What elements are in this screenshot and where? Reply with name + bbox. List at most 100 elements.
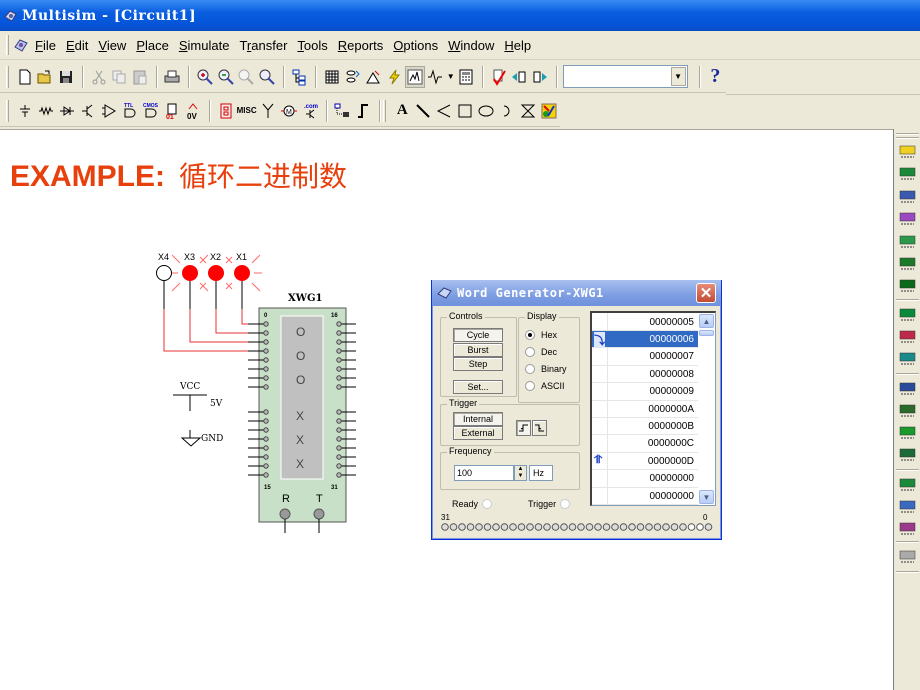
probe-x3[interactable] — [182, 265, 198, 281]
back-annotate-icon[interactable] — [509, 66, 529, 88]
multimeter-icon[interactable] — [899, 144, 917, 160]
frequency-counter-icon[interactable] — [899, 278, 917, 294]
ellipse-icon[interactable] — [476, 100, 496, 122]
scroll-up-button[interactable]: ▲ — [699, 314, 714, 328]
menu-help[interactable]: Help — [504, 38, 531, 53]
xwg-pin[interactable] — [336, 348, 342, 354]
xwg-pin[interactable] — [263, 472, 269, 478]
bode-plotter-icon[interactable] — [899, 256, 917, 272]
bus-pin[interactable] — [577, 523, 585, 531]
bus-pin[interactable] — [526, 523, 534, 531]
logic-converter-icon[interactable] — [899, 351, 917, 367]
xwg-pin[interactable] — [263, 339, 269, 345]
word-row[interactable]: 00000006 — [592, 331, 698, 349]
display-ascii-radio[interactable]: ASCII — [525, 381, 565, 391]
display-dec-radio[interactable]: Dec — [525, 347, 557, 357]
bus-pin[interactable] — [441, 523, 449, 531]
forward-annotate-icon[interactable] — [530, 66, 550, 88]
polygon-icon[interactable] — [518, 100, 538, 122]
word-row[interactable]: 00000005 — [592, 314, 698, 331]
picture-icon[interactable] — [539, 100, 559, 122]
in-use-list-combo[interactable]: ▼ — [562, 65, 688, 88]
xwg-pin[interactable] — [263, 409, 269, 415]
probe-x4[interactable] — [156, 265, 172, 281]
scroll-down-button[interactable]: ▼ — [699, 490, 714, 504]
word-row[interactable]: 00000008 — [592, 366, 698, 384]
xwg-pin[interactable] — [263, 418, 269, 424]
bus-pin[interactable] — [449, 523, 458, 531]
xwg-pin[interactable] — [263, 463, 269, 469]
erc-icon[interactable] — [489, 66, 509, 88]
bus-pin[interactable] — [500, 523, 509, 531]
word-row[interactable]: 0000000C — [592, 436, 698, 453]
bus-pin[interactable] — [645, 523, 653, 531]
display-hex-radio[interactable]: Hex — [525, 330, 557, 340]
bus-pin[interactable] — [636, 523, 645, 531]
rising-edge-button[interactable] — [516, 420, 531, 436]
bus-pin[interactable] — [543, 523, 551, 531]
bus-pin[interactable] — [602, 523, 611, 531]
xwg-pin[interactable] — [336, 409, 342, 415]
word-generator-icon[interactable] — [899, 307, 917, 323]
cycle-button[interactable]: Cycle — [453, 328, 503, 342]
frequency-spinner[interactable]: ▲ ▼ — [514, 465, 527, 481]
agilent-multimeter-icon[interactable] — [899, 499, 917, 515]
bus-pin[interactable] — [594, 523, 602, 531]
polyline-icon[interactable] — [434, 100, 454, 122]
bus-pin[interactable] — [551, 523, 560, 531]
logic-analyzer-icon[interactable] — [899, 329, 917, 345]
word-list-scrollbar[interactable]: ▲ ▼ — [698, 313, 715, 505]
bus-pin[interactable] — [687, 523, 696, 531]
xwg-pin[interactable] — [336, 339, 342, 345]
agilent-oscilloscope-icon[interactable] — [899, 521, 917, 537]
bus-pin[interactable] — [560, 523, 568, 531]
xwg-pin[interactable] — [263, 375, 269, 381]
4ch-oscilloscope-icon[interactable] — [899, 234, 917, 250]
word-row[interactable]: 0000000A — [592, 401, 698, 418]
display-binary-radio[interactable]: Binary — [525, 364, 567, 374]
xwg-pin[interactable] — [336, 418, 342, 424]
xwg-pin[interactable] — [336, 321, 342, 327]
word-generator-titlebar[interactable]: Word Generator-XWG1 ✕ — [432, 280, 721, 306]
xwg-pin-r[interactable] — [279, 508, 291, 520]
bus-pin[interactable] — [517, 523, 526, 531]
wattmeter-icon[interactable] — [899, 189, 917, 205]
help-icon[interactable]: ? — [706, 65, 726, 88]
xwg-pin[interactable] — [263, 436, 269, 442]
bus-pin[interactable] — [662, 523, 670, 531]
word-row[interactable]: 00000009 — [592, 384, 698, 401]
frequency-input[interactable]: 100 — [454, 465, 514, 481]
word-row[interactable]: 00000000 — [592, 488, 698, 505]
xwg-pin[interactable] — [336, 436, 342, 442]
bus-pin[interactable] — [509, 523, 517, 531]
spectrum-analyzer-icon[interactable] — [899, 425, 917, 441]
external-trigger-button[interactable]: External — [453, 426, 503, 440]
iv-analyzer-icon[interactable] — [899, 381, 917, 397]
internal-trigger-button[interactable]: Internal — [453, 412, 503, 426]
xwg-pin[interactable] — [263, 357, 269, 363]
frequency-unit[interactable]: Hz — [529, 465, 553, 481]
xwg-pin[interactable] — [263, 348, 269, 354]
xwg-pin[interactable] — [263, 366, 269, 372]
bus-pins[interactable] — [441, 522, 716, 532]
word-row[interactable]: 0000000D — [592, 453, 698, 471]
probe-x1[interactable] — [234, 265, 250, 281]
bus-pin[interactable] — [568, 523, 577, 531]
set-button[interactable]: Set... — [453, 380, 503, 394]
xwg-pin[interactable] — [336, 472, 342, 478]
bus-pin[interactable] — [653, 523, 662, 531]
xwg-pin[interactable] — [336, 384, 342, 390]
bus-pin[interactable] — [704, 523, 713, 531]
menu-window[interactable]: Window — [448, 38, 494, 53]
bus-pin[interactable] — [466, 523, 475, 531]
function-generator-icon[interactable] — [899, 166, 917, 182]
bus-pin[interactable] — [483, 523, 492, 531]
xwg-pin[interactable] — [336, 330, 342, 336]
falling-edge-button[interactable] — [532, 420, 547, 436]
xwg-pin[interactable] — [336, 357, 342, 363]
bus-pin[interactable] — [475, 523, 483, 531]
distortion-analyzer-icon[interactable] — [899, 403, 917, 419]
bus-pin[interactable] — [679, 523, 687, 531]
network-analyzer-icon[interactable] — [899, 447, 917, 463]
bus-pin[interactable] — [628, 523, 636, 531]
